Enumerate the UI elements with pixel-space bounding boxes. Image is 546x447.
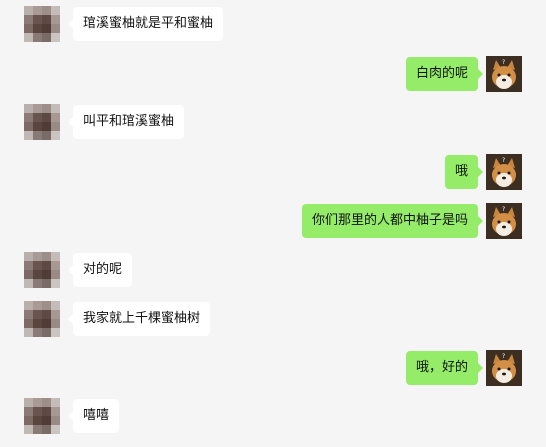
contact-avatar[interactable] [24, 398, 60, 434]
self-avatar[interactable]: ? [486, 350, 522, 386]
shiba-dog-icon: ? [486, 203, 522, 239]
svg-text:?: ? [502, 157, 505, 164]
message-bubble-incoming[interactable]: 我家就上千棵蜜柚树 [67, 302, 211, 336]
contact-avatar[interactable] [24, 252, 60, 288]
self-avatar[interactable]: ? [486, 154, 522, 190]
message-bubble-outgoing[interactable]: 哦 [444, 155, 484, 189]
message-bubble-incoming[interactable]: 对的呢 [67, 253, 133, 287]
message-bubble-incoming[interactable]: 嘻嘻 [67, 399, 120, 433]
shiba-dog-icon: ? [486, 56, 522, 92]
message-row-incoming: 对的呢 [0, 250, 546, 290]
contact-avatar[interactable] [24, 6, 60, 42]
contact-avatar[interactable] [24, 301, 60, 337]
message-bubble-incoming[interactable]: 琯溪蜜柚就是平和蜜柚 [67, 7, 224, 41]
message-bubble-outgoing[interactable]: 哦，好的 [405, 351, 484, 385]
message-row-outgoing: 哦，好的 ? [0, 348, 546, 388]
contact-avatar[interactable] [24, 104, 60, 140]
message-bubble-outgoing[interactable]: 白肉的呢 [405, 57, 484, 91]
message-bubble-outgoing[interactable]: 你们那里的人都中柚子是吗 [301, 204, 484, 238]
message-row-incoming: 我家就上千棵蜜柚树 [0, 299, 546, 339]
message-row-outgoing: 白肉的呢 ? [0, 54, 546, 94]
message-row-outgoing: 哦 ? [0, 152, 546, 192]
message-row-incoming: 琯溪蜜柚就是平和蜜柚 [0, 4, 546, 44]
svg-text:?: ? [502, 59, 505, 66]
message-bubble-incoming[interactable]: 叫平和琯溪蜜柚 [67, 105, 185, 139]
shiba-dog-icon: ? [486, 350, 522, 386]
message-row-incoming: 嘻嘻 [0, 396, 546, 436]
shiba-dog-icon: ? [486, 154, 522, 190]
self-avatar[interactable]: ? [486, 203, 522, 239]
self-avatar[interactable]: ? [486, 56, 522, 92]
message-row-outgoing: 你们那里的人都中柚子是吗 ? [0, 201, 546, 241]
svg-text:?: ? [502, 353, 505, 360]
svg-text:?: ? [502, 206, 505, 213]
message-row-incoming: 叫平和琯溪蜜柚 [0, 102, 546, 142]
